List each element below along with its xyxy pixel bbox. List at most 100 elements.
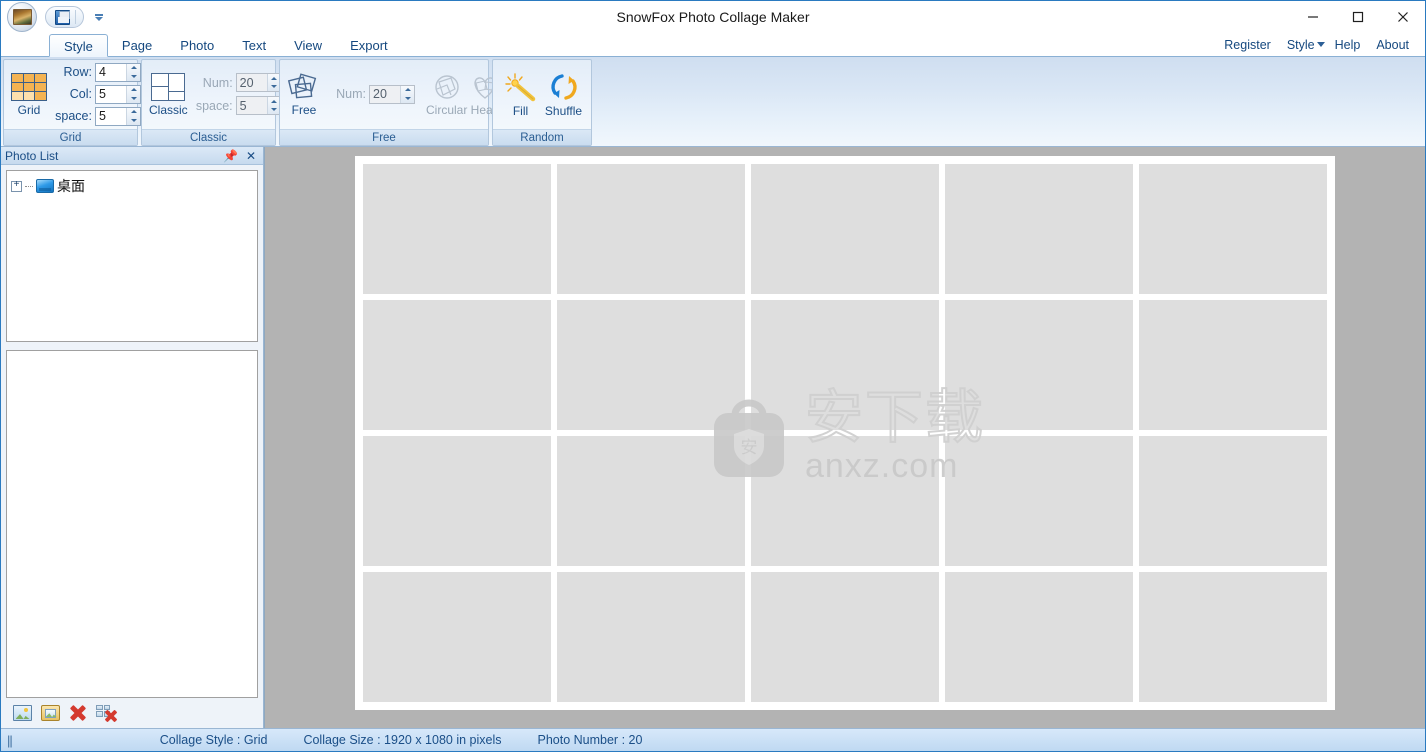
spinner-up-icon[interactable] [127,64,140,73]
grid-row-input[interactable] [96,63,124,81]
classic-num-input [236,74,265,91]
grid-style-button[interactable]: Grid [10,70,48,120]
spinner-down-icon[interactable] [127,72,140,81]
panel-caption-buttons: 📌 ✕ [223,150,259,162]
spinner-down-icon [401,94,414,103]
fill-button[interactable]: Fill [499,69,542,121]
close-button[interactable] [1380,1,1425,32]
grid-row-field: Row: [50,62,141,82]
save-icon [54,9,70,25]
photo-list-caption: Photo List 📌 ✕ [1,147,263,165]
collage-canvas-area[interactable]: 安 安下载 anxz.com [264,147,1425,728]
grid-space-spinbox[interactable] [95,106,141,126]
tab-photo[interactable]: Photo [166,34,228,57]
remove-all-icon [96,704,116,722]
collage-sheet[interactable] [355,156,1335,710]
grid-row-spinner[interactable] [126,63,140,81]
ribbon-group-free: Free Num: 20 Circular Heart Free [279,59,500,146]
collage-cell[interactable] [945,572,1133,702]
thumbnail-list[interactable] [6,350,258,698]
add-photo-button[interactable] [11,702,33,724]
folder-tree[interactable]: + 桌面 [6,170,258,342]
ribbon-tab-bar: Style Page Photo Text View Export Regist… [1,33,1425,57]
menu-help[interactable]: Help [1327,38,1369,52]
grid-button-label: Grid [17,102,41,117]
grid-space-input[interactable] [96,107,124,125]
tab-text[interactable]: Text [228,34,280,57]
collage-cell[interactable] [945,436,1133,566]
grid-space-spinner[interactable] [126,107,140,125]
collage-cell[interactable] [945,164,1133,294]
minimize-button[interactable] [1290,1,1335,32]
menu-about[interactable]: About [1368,38,1417,52]
random-group-label: Random [493,129,591,145]
collage-cell[interactable] [1139,300,1327,430]
free-icon [287,72,317,98]
pin-icon[interactable]: 📌 [223,150,238,162]
window-controls [1290,1,1425,33]
remove-icon [70,705,87,721]
collage-cell[interactable] [363,436,551,566]
quick-access-toolbar [45,6,84,28]
window-title: SnowFox Photo Collage Maker [616,9,810,25]
collage-cell[interactable] [1139,436,1327,566]
ribbon-group-classic: Classic Num: 20 space: 5 Classic [141,59,282,146]
classic-num-spinbox [235,73,282,92]
classic-space-field: space: [191,96,282,115]
grid-col-spinbox[interactable] [95,84,141,104]
remove-button[interactable] [67,702,89,724]
close-icon[interactable]: ✕ [246,150,256,162]
classic-style-button[interactable]: Classic [148,70,189,120]
free-group-label: Free [280,129,488,145]
add-folder-icon [40,705,60,721]
tree-item-desktop[interactable]: + 桌面 [9,175,255,197]
spinner-up-icon [401,86,414,95]
app-logo-button[interactable] [7,2,37,32]
tab-view[interactable]: View [280,34,336,57]
grid-col-spinner[interactable] [126,85,140,103]
grid-col-input[interactable] [96,85,124,103]
collage-cell[interactable] [557,300,745,430]
maximize-button[interactable] [1335,1,1380,32]
free-button-label: Free [291,102,317,117]
free-style-button[interactable]: Free [286,70,322,120]
collage-cell[interactable] [751,164,939,294]
add-folder-button[interactable] [39,702,61,724]
app-logo-icon [12,9,32,25]
expander-icon[interactable]: + [11,180,22,192]
tab-page[interactable]: Page [108,34,166,57]
menu-register[interactable]: Register [1216,38,1279,52]
collage-cell[interactable] [363,300,551,430]
collage-cell[interactable] [363,164,551,294]
spinner-down-icon[interactable] [127,116,140,125]
collage-cell[interactable] [1139,164,1327,294]
collage-cell[interactable] [751,436,939,566]
shuffle-button-label: Shuffle [544,103,583,118]
collage-cell[interactable] [945,300,1133,430]
chevron-down-icon[interactable] [1316,42,1325,47]
spinner-down-icon[interactable] [127,94,140,103]
spinner-up-icon[interactable] [127,86,140,95]
shuffle-button[interactable]: Shuffle [542,69,585,121]
classic-num-label: Num: [202,75,233,90]
save-button[interactable] [51,8,73,27]
grid-row-spinbox[interactable] [95,62,141,82]
remove-all-button[interactable] [95,702,117,724]
collage-cell[interactable] [1139,572,1327,702]
collage-cell[interactable] [557,572,745,702]
circular-style-button[interactable]: Circular [425,70,468,120]
collage-cell[interactable] [751,300,939,430]
classic-space-input [236,97,265,114]
tab-style[interactable]: Style [49,34,108,57]
collage-cell[interactable] [363,572,551,702]
photo-list-title: Photo List [5,148,59,163]
spinner-up-icon[interactable] [127,108,140,117]
free-num-input [370,85,398,103]
ribbon: Style Page Photo Text View Export Regist… [1,33,1425,147]
collage-cell[interactable] [751,572,939,702]
tab-export[interactable]: Export [336,34,402,57]
status-collage-size: Collage Size : 1920 x 1080 in pixels [303,733,502,747]
collage-cell[interactable] [557,164,745,294]
collage-cell[interactable] [557,436,745,566]
customize-qat-button[interactable] [88,8,110,27]
